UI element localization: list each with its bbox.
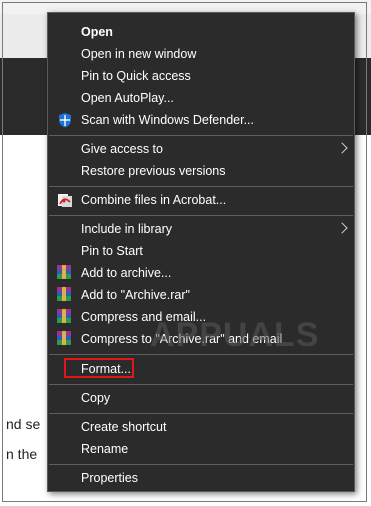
menu-item-pin-to-quick-access[interactable]: Pin to Quick access <box>48 65 354 87</box>
acrobat-icon <box>57 192 73 208</box>
menu-item-label: Give access to <box>81 142 163 156</box>
context-menu: Open Open in new window Pin to Quick acc… <box>47 12 355 492</box>
submenu-chevron-icon <box>336 142 348 154</box>
menu-item-label: Pin to Start <box>81 244 143 258</box>
menu-item-label: Open AutoPlay... <box>81 91 174 105</box>
menu-item-label: Create shortcut <box>81 420 167 434</box>
menu-item-rename[interactable]: Rename <box>48 438 354 460</box>
winrar-icon <box>57 309 73 325</box>
menu-item-label: Scan with Windows Defender... <box>81 113 254 127</box>
menu-item-scan-with-windows-defender[interactable]: Scan with Windows Defender... <box>48 109 354 131</box>
menu-item-label: Copy <box>81 391 111 405</box>
menu-item-label: Format... <box>81 362 132 376</box>
menu-item-include-in-library[interactable]: Include in library <box>48 218 354 240</box>
menu-item-copy[interactable]: Copy <box>48 387 354 409</box>
menu-item-give-access-to[interactable]: Give access to <box>48 138 354 160</box>
winrar-icon <box>57 265 73 281</box>
menu-item-label: Add to archive... <box>81 266 172 280</box>
winrar-icon <box>57 287 73 303</box>
menu-item-open-autoplay[interactable]: Open AutoPlay... <box>48 87 354 109</box>
menu-item-create-shortcut[interactable]: Create shortcut <box>48 416 354 438</box>
menu-separator <box>49 215 353 216</box>
menu-item-label: Add to "Archive.rar" <box>81 288 190 302</box>
menu-item-label: Pin to Quick access <box>81 69 191 83</box>
menu-item-label: Include in library <box>81 222 173 236</box>
menu-item-label: Restore previous versions <box>81 164 226 178</box>
menu-item-properties[interactable]: Properties <box>48 467 354 489</box>
menu-separator <box>49 464 353 465</box>
menu-item-restore-previous-versions[interactable]: Restore previous versions <box>48 160 354 182</box>
menu-separator <box>49 384 353 385</box>
menu-item-combine-files-in-acrobat[interactable]: Combine files in Acrobat... <box>48 189 354 211</box>
menu-item-label: Open in new window <box>81 47 197 61</box>
menu-separator <box>49 413 353 414</box>
menu-item-add-to-archive-rar[interactable]: Add to "Archive.rar" <box>48 284 354 306</box>
menu-item-label: Open <box>81 25 113 39</box>
menu-item-open-in-new-window[interactable]: Open in new window <box>48 43 354 65</box>
windows-defender-shield-icon <box>57 112 73 128</box>
menu-item-format[interactable]: Format... <box>48 358 354 380</box>
menu-separator <box>49 135 353 136</box>
menu-item-label: Rename <box>81 442 129 456</box>
menu-item-open[interactable]: Open <box>48 21 354 43</box>
menu-item-label: Combine files in Acrobat... <box>81 193 227 207</box>
menu-item-add-to-archive[interactable]: Add to archive... <box>48 262 354 284</box>
watermark-logo: APPUALS <box>150 316 320 354</box>
menu-separator <box>49 186 353 187</box>
winrar-icon <box>57 331 73 347</box>
submenu-chevron-icon <box>336 222 348 234</box>
menu-item-pin-to-start[interactable]: Pin to Start <box>48 240 354 262</box>
menu-item-label: Properties <box>81 471 138 485</box>
